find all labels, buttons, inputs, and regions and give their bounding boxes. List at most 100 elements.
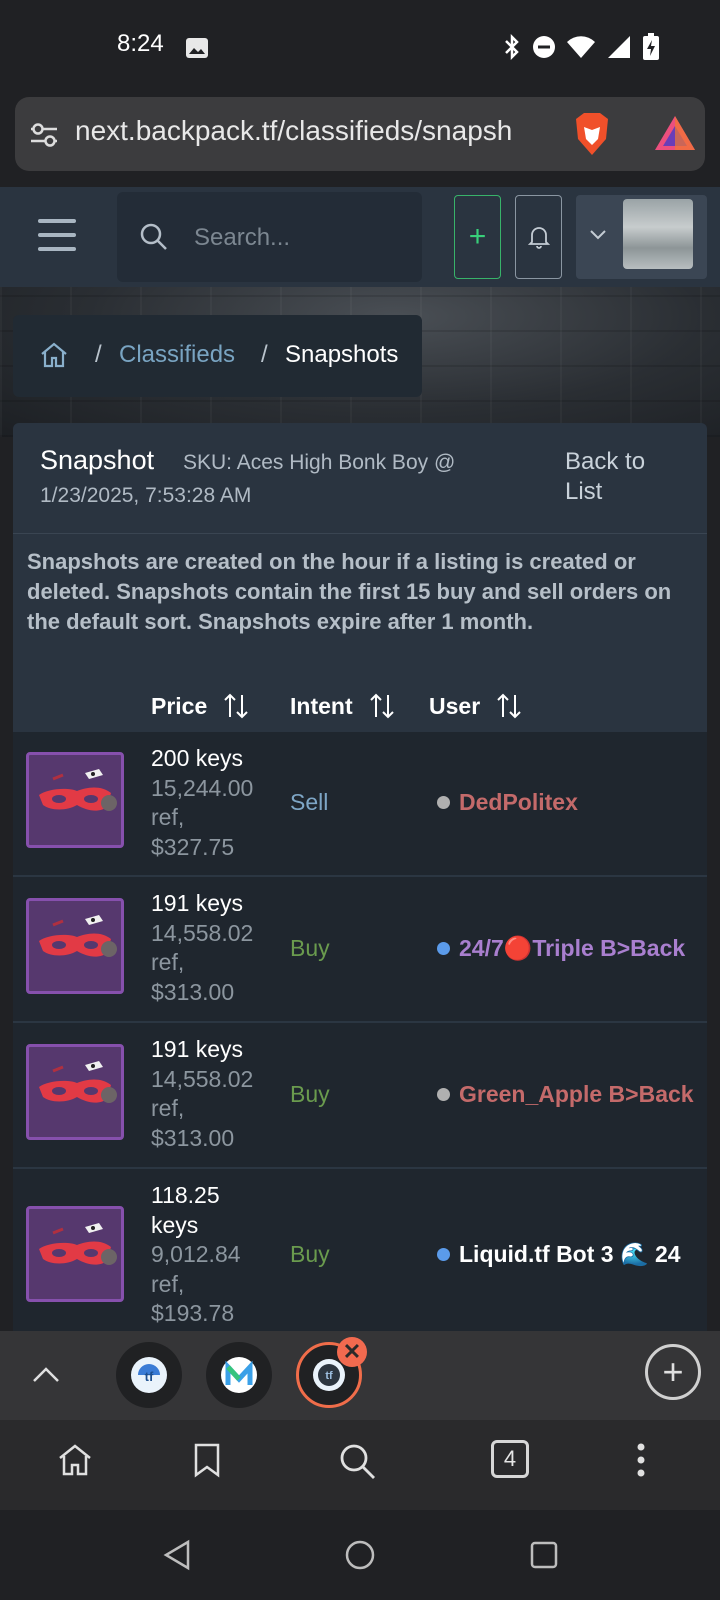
new-tab-button[interactable]: +	[645, 1344, 701, 1400]
item-thumbnail[interactable]	[26, 898, 124, 994]
home-icon[interactable]	[57, 1442, 93, 1478]
user-name[interactable]: Liquid.tf Bot 3 🌊 24	[459, 1241, 681, 1268]
address-bar[interactable]: next.backpack.tf/classifieds/snapsh	[15, 97, 705, 171]
notifications-button[interactable]	[515, 195, 562, 279]
user-cell[interactable]: 24/7🔴Triple B>Back	[437, 935, 685, 962]
table-row[interactable]: 118.25 keys 9,012.84 ref, $193.78 Buy Li…	[13, 1169, 707, 1333]
more-options-icon[interactable]	[636, 1442, 646, 1478]
intent-sell: Sell	[290, 789, 329, 815]
close-icon: ✕	[342, 1339, 362, 1364]
mask-item-icon	[39, 1223, 117, 1265]
item-thumbnail[interactable]	[26, 752, 124, 848]
user-cell[interactable]: DedPolitex	[437, 789, 578, 816]
user-cell[interactable]: Green_Apple B>Back	[437, 1081, 694, 1108]
price-usd: $313.00	[151, 978, 235, 1005]
breadcrumb-separator: /	[95, 341, 102, 368]
search-placeholder: Search...	[194, 224, 291, 251]
brave-shields-icon[interactable]	[570, 111, 614, 157]
price-cell: 200 keys 15,244.00 ref, $327.75	[151, 744, 276, 862]
cell-signal-icon	[608, 36, 630, 58]
search-icon	[140, 223, 167, 250]
brave-rewards-icon[interactable]	[653, 114, 697, 152]
item-thumbnail[interactable]	[26, 1044, 124, 1140]
snapshot-card: Snapshot SKU: Aces High Bonk Boy @ 1/23/…	[13, 423, 707, 1333]
svg-text:tf: tf	[145, 1369, 154, 1384]
back-to-list-button[interactable]: Back to List	[565, 447, 675, 507]
price-usd: $327.75	[151, 833, 235, 860]
back-icon[interactable]	[160, 1538, 194, 1572]
price-ref: 14,558.02	[151, 1065, 254, 1092]
snapshot-sku: SKU: Aces High Bonk Boy @	[183, 451, 456, 474]
breadcrumb-current: Snapshots	[285, 341, 399, 368]
gallery-notification-icon	[186, 38, 208, 58]
table-row[interactable]: 191 keys 14,558.02 ref, $313.00 Buy 24/7…	[13, 877, 707, 1023]
url-text[interactable]: next.backpack.tf/classifieds/snapsh	[75, 115, 550, 147]
column-intent-label: Intent	[290, 692, 353, 719]
column-user-label: User	[429, 692, 481, 719]
bluetooth-icon	[505, 34, 519, 60]
chevron-up-icon[interactable]	[30, 1361, 62, 1389]
avatar	[623, 199, 693, 269]
site-settings-icon[interactable]	[29, 121, 59, 149]
price-ref-unit: ref,	[151, 1095, 185, 1121]
price-usd: $313.00	[151, 1124, 235, 1151]
wifi-icon	[567, 36, 595, 58]
price-cell: 118.25 keys 9,012.84 ref, $193.78	[151, 1181, 276, 1329]
status-dot	[437, 796, 450, 809]
site-header: Search... +	[0, 187, 720, 287]
snapshot-title: Snapshot	[40, 445, 155, 475]
search-icon[interactable]	[338, 1442, 378, 1482]
price-usd: $193.78	[151, 1300, 235, 1326]
user-cell[interactable]: Liquid.tf Bot 3 🌊 24	[437, 1241, 681, 1268]
search-input[interactable]: Search...	[117, 192, 422, 282]
sort-icon	[224, 693, 248, 719]
intent-buy: Buy	[290, 935, 330, 961]
breadcrumb: / Classifieds / Snapshots	[13, 315, 422, 397]
mask-item-icon	[39, 769, 117, 811]
user-name[interactable]: DedPolitex	[459, 789, 578, 816]
status-dot	[437, 1248, 450, 1261]
bookmark-icon[interactable]	[192, 1442, 222, 1478]
intent-buy: Buy	[290, 1081, 330, 1107]
column-price[interactable]: Price	[151, 692, 249, 720]
plus-icon: +	[662, 1351, 684, 1392]
status-dot	[437, 1088, 450, 1101]
price-ref-unit: ref,	[151, 804, 185, 830]
user-name[interactable]: Green_Apple B>Back	[459, 1081, 694, 1108]
recents-icon[interactable]	[528, 1539, 560, 1571]
user-menu-button[interactable]	[576, 195, 707, 279]
table-header: Price Intent User	[13, 684, 707, 732]
bell-icon	[527, 227, 550, 249]
column-intent[interactable]: Intent	[290, 692, 395, 720]
user-name[interactable]: 24/7🔴Triple B>Back	[459, 935, 685, 962]
tab-switcher-button[interactable]: 4	[491, 1440, 529, 1478]
table-row[interactable]: 200 keys 15,244.00 ref, $327.75 Sell Ded…	[13, 732, 707, 877]
tab-marketplace[interactable]	[206, 1342, 272, 1408]
menu-icon[interactable]	[38, 219, 76, 251]
browser-toolbar: 4	[0, 1420, 720, 1510]
backpack-tf-icon: tf	[131, 1357, 167, 1393]
mask-item-icon	[39, 915, 117, 957]
price-ref: 15,244.00	[151, 774, 254, 801]
breadcrumb-classifieds-link[interactable]: Classifieds	[119, 341, 235, 369]
sort-icon	[369, 693, 394, 719]
system-navigation-bar	[0, 1510, 720, 1600]
item-thumbnail[interactable]	[26, 1206, 124, 1302]
home-circle-icon[interactable]	[343, 1538, 377, 1572]
column-user[interactable]: User	[429, 692, 522, 720]
add-listing-button[interactable]: +	[454, 195, 501, 279]
price-ref: 9,012.84	[151, 1241, 241, 1267]
close-tab-button[interactable]: ✕	[337, 1337, 367, 1367]
tab-backpack-tf[interactable]: tf	[116, 1342, 182, 1408]
price-ref-unit: ref,	[151, 1270, 185, 1297]
battery-charging-icon	[643, 33, 659, 60]
table-row[interactable]: 191 keys 14,558.02 ref, $313.00 Buy Gree…	[13, 1023, 707, 1169]
snapshot-note-text: Snapshots are created on the hour if a l…	[27, 549, 672, 634]
snapshot-header: Snapshot SKU: Aces High Bonk Boy @ 1/23/…	[13, 423, 707, 534]
home-icon[interactable]	[39, 341, 69, 369]
price-keys: 191 keys	[151, 1036, 244, 1062]
price-ref: 14,558.02	[151, 919, 254, 946]
snapshot-note: Snapshots are created on the hour if a l…	[13, 534, 707, 684]
column-price-label: Price	[151, 692, 208, 719]
status-dot	[437, 942, 450, 955]
